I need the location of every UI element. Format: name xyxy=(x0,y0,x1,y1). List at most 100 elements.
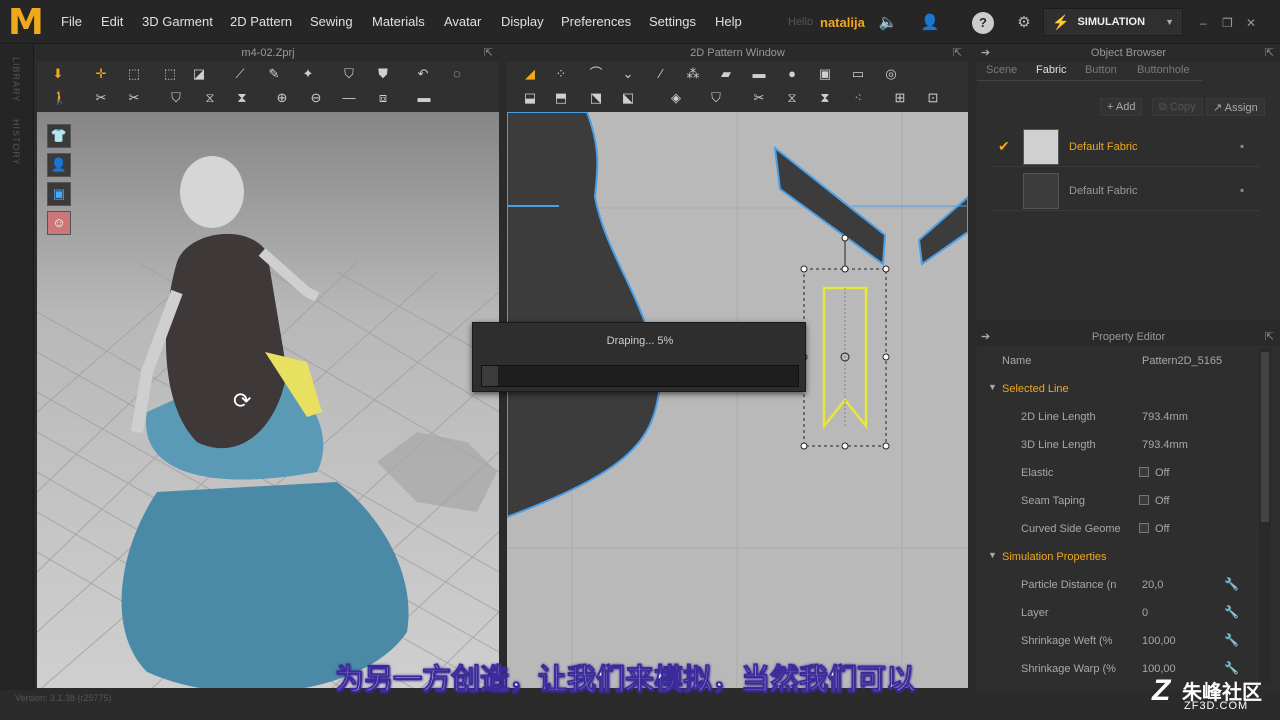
close-icon[interactable]: ✕ xyxy=(1246,16,1256,30)
trace-icon[interactable]: ⬒ xyxy=(552,90,570,106)
seam-taping-checkbox[interactable]: Off xyxy=(1139,495,1169,507)
wrench-icon[interactable]: 🔧 xyxy=(1224,661,1239,675)
help-icon[interactable]: ? xyxy=(972,12,994,34)
internal-polygon-icon[interactable]: ▣ xyxy=(816,66,834,82)
wrench-icon[interactable]: 🔧 xyxy=(1224,577,1239,591)
menu-sewing[interactable]: Sewing xyxy=(310,14,353,29)
prop-value[interactable]: 793.4mm xyxy=(1142,411,1188,423)
fabric-lock-icon[interactable]: ▪ xyxy=(1240,183,1244,197)
restore-icon[interactable]: ❐ xyxy=(1222,16,1233,30)
line-icon[interactable]: — xyxy=(340,90,358,106)
fabric-item[interactable]: Default Fabric ▪ xyxy=(990,171,1260,211)
menu-edit[interactable]: Edit xyxy=(101,14,123,29)
ruler-icon[interactable]: ▬ xyxy=(415,90,433,106)
bodice-pattern[interactable] xyxy=(507,112,661,519)
curved-side-checkbox[interactable]: Off xyxy=(1139,523,1169,535)
prop-value[interactable]: 0 xyxy=(1142,607,1148,619)
menu-avatar[interactable]: Avatar xyxy=(444,14,481,29)
prop-value[interactable]: 100,00 xyxy=(1142,635,1176,647)
tab-buttonhole[interactable]: Buttonhole xyxy=(1137,64,1190,80)
fabric-2d-icon[interactable]: ◈ xyxy=(667,90,685,106)
pin-icon[interactable]: ⟋ xyxy=(231,66,249,82)
sew-segment-icon[interactable]: ✂ xyxy=(125,90,143,106)
dock-arrow-icon[interactable]: ➔ xyxy=(981,328,990,346)
scrollbar-thumb[interactable] xyxy=(1261,352,1269,522)
sewing-icon[interactable]: ✂ xyxy=(92,90,110,106)
fabric-icon[interactable]: ✦ xyxy=(299,66,317,82)
add-point-icon[interactable]: ⁄ xyxy=(652,66,670,82)
prop-value[interactable]: 20,0 xyxy=(1142,579,1163,591)
transform-icon[interactable]: ✛ xyxy=(92,66,110,82)
library-tab[interactable]: LIBRARY xyxy=(11,57,21,102)
select-move-icon[interactable]: ⬇ xyxy=(49,66,67,82)
resize-handle[interactable] xyxy=(841,265,849,273)
tshirt-2d-icon[interactable]: ⛉ xyxy=(707,90,725,106)
dock-arrow-icon[interactable]: ➔ xyxy=(981,44,990,62)
fold-arrange-icon[interactable]: ⬔ xyxy=(587,90,605,106)
assign-button[interactable]: ↗ Assign xyxy=(1206,98,1265,116)
button-tool-icon[interactable]: ⊕ xyxy=(273,90,291,106)
wrench-icon[interactable]: 🔧 xyxy=(1224,605,1239,619)
transform-pattern-icon[interactable]: ◢ xyxy=(521,66,539,82)
circle-icon[interactable]: ● xyxy=(783,66,801,82)
resize-handle[interactable] xyxy=(882,265,890,273)
menu-2d-pattern[interactable]: 2D Pattern xyxy=(230,14,292,29)
menu-display[interactable]: Display xyxy=(501,14,544,29)
tab-fabric[interactable]: Fabric xyxy=(1036,64,1067,80)
history-tab[interactable]: HISTORY xyxy=(11,119,21,166)
menu-help[interactable]: Help xyxy=(715,14,742,29)
menu-settings[interactable]: Settings xyxy=(649,14,696,29)
section-selected-line[interactable]: ▼ Selected Line xyxy=(977,375,1257,403)
expand-triangle-icon[interactable]: ▼ xyxy=(988,382,997,392)
edit-curve-icon[interactable]: ⌒ xyxy=(587,66,605,82)
sew-free-icon[interactable]: ✂ xyxy=(750,90,768,106)
expand-icon[interactable]: ⇱ xyxy=(1265,328,1274,346)
brush-icon[interactable]: ✎ xyxy=(265,66,283,82)
pin-2d-icon[interactable]: ⁖ xyxy=(849,90,867,106)
menu-preferences[interactable]: Preferences xyxy=(561,14,631,29)
pants-icon[interactable]: ⛊ xyxy=(374,66,392,82)
dart-icon[interactable]: ⬓ xyxy=(521,90,539,106)
tshirt-icon[interactable]: ⛉ xyxy=(340,66,358,82)
viewport-3d[interactable]: 👕 👤 ▣ ☺ ⟳ xyxy=(37,112,499,688)
polygon-icon[interactable]: ▰ xyxy=(717,66,735,82)
select-mesh-icon[interactable]: ⬚ xyxy=(125,66,143,82)
texture-icon[interactable]: ▣ xyxy=(47,182,71,206)
snap-icon[interactable]: ⊡ xyxy=(924,90,942,106)
garment-icon[interactable]: ⛉ xyxy=(167,90,185,106)
user-icon[interactable]: 👤 xyxy=(919,12,941,34)
elastic-checkbox[interactable]: Off xyxy=(1139,467,1169,479)
avatar-mode-icon[interactable]: ⚙ xyxy=(1013,12,1035,34)
resize-handle[interactable] xyxy=(800,442,808,450)
expand-icon[interactable]: ⇱ xyxy=(484,44,493,62)
scrollbar[interactable] xyxy=(1259,348,1271,684)
menu-materials[interactable]: Materials xyxy=(372,14,425,29)
fabric-lock-icon[interactable]: ▪ xyxy=(1240,139,1244,153)
rotate-handle[interactable] xyxy=(841,234,849,242)
segment-sew-icon[interactable]: ⬕ xyxy=(619,90,637,106)
skin-icon[interactable]: ☺ xyxy=(47,211,71,235)
menu-file[interactable]: File xyxy=(61,14,82,29)
wrench-icon[interactable]: 🔧 xyxy=(1224,633,1239,647)
avatar-pose-icon[interactable]: 🚶 xyxy=(51,90,69,106)
resize-handle[interactable] xyxy=(841,442,849,450)
resize-handle[interactable] xyxy=(882,353,890,361)
simulation-button[interactable]: ⚡ SIMULATION ▼ xyxy=(1043,8,1183,36)
internal-rect-icon[interactable]: ▭ xyxy=(849,66,867,82)
expand-icon[interactable]: ⇱ xyxy=(1265,44,1274,62)
username[interactable]: natalija xyxy=(820,15,865,30)
internal-circle-icon[interactable]: ◎ xyxy=(882,66,900,82)
buttonhole-icon[interactable]: ⊖ xyxy=(307,90,325,106)
tab-button[interactable]: Button xyxy=(1085,64,1117,80)
pattern-icon[interactable]: ⧖ xyxy=(201,90,219,106)
fold-icon[interactable]: ◪ xyxy=(190,66,208,82)
prop-value[interactable]: Pattern2D_5165 xyxy=(1142,355,1222,367)
grid-icon[interactable]: ⊞ xyxy=(891,90,909,106)
viewport-2d[interactable] xyxy=(507,112,968,688)
garment-visibility-icon[interactable]: 👕 xyxy=(47,124,71,148)
resize-handle[interactable] xyxy=(882,442,890,450)
texture-2d-icon[interactable]: ⧖ xyxy=(783,90,801,106)
collar-pattern[interactable] xyxy=(917,195,968,266)
avatar-visibility-icon[interactable]: 👤 xyxy=(47,153,71,177)
section-simulation[interactable]: ▼ Simulation Properties xyxy=(977,543,1257,571)
